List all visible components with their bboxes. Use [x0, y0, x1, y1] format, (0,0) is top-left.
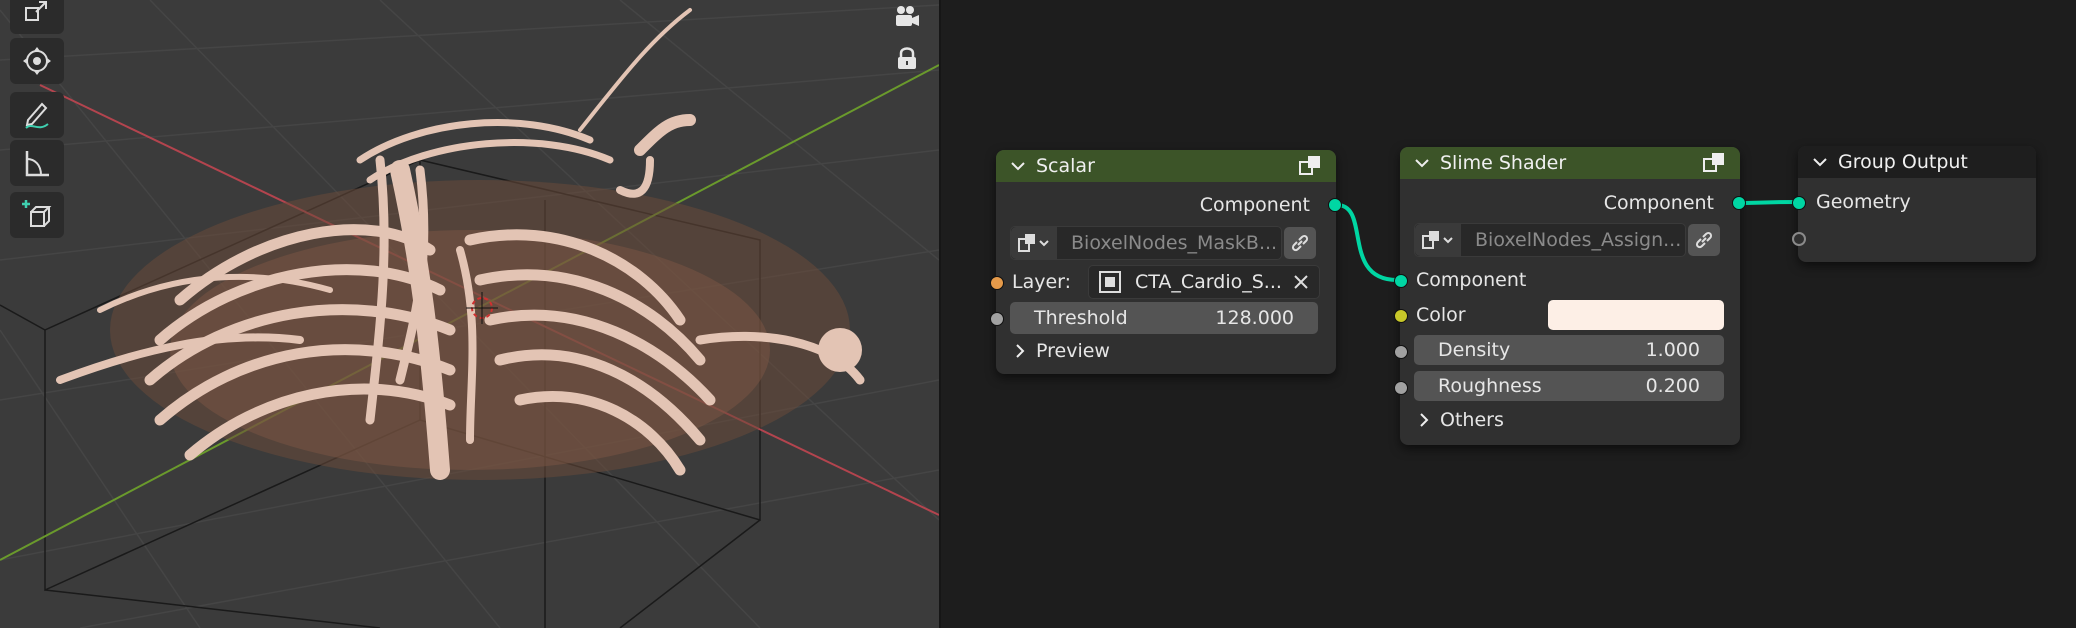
scalar-node[interactable]: Scalar Component BioxelNodes_MaskB... La…: [990, 150, 1342, 374]
scalar-output-socket[interactable]: [1328, 198, 1342, 212]
chevron-down-icon[interactable]: [1414, 155, 1430, 171]
camera-view-button[interactable]: [890, 0, 924, 32]
layer-value: CTA_Cardio_S...: [1135, 271, 1282, 293]
slime-link-button[interactable]: [1688, 224, 1720, 256]
slime-output-socket[interactable]: [1732, 196, 1746, 210]
scalar-output-label: Component: [1199, 194, 1310, 216]
geometry-row: Geometry: [1816, 187, 1911, 217]
slime-datablock-selector[interactable]: BioxelNodes_Assign...: [1414, 223, 1686, 257]
slime-output-label: Component: [1603, 192, 1714, 214]
add-cube-tool-button[interactable]: [10, 192, 64, 238]
roughness-input-socket[interactable]: [1394, 381, 1408, 395]
annotate-tool-button[interactable]: [10, 92, 64, 138]
camera-icon: [896, 6, 919, 26]
clear-icon[interactable]: [1293, 274, 1309, 290]
lock-camera-button[interactable]: [890, 42, 924, 74]
geometry-label: Geometry: [1816, 191, 1911, 213]
output-node-title: Group Output: [1838, 151, 1968, 173]
scalar-output-row: Component: [1200, 190, 1310, 220]
layer-selector[interactable]: CTA_Cardio_S...: [1088, 265, 1320, 299]
component-input-label: Component: [1416, 269, 1527, 291]
component-input-socket[interactable]: [1394, 274, 1408, 288]
layer-input-socket[interactable]: [990, 276, 1004, 290]
geometry-input-socket[interactable]: [1792, 196, 1806, 210]
layer-label-row: Layer:: [1012, 267, 1071, 297]
scalar-link-button[interactable]: [1284, 227, 1316, 259]
bone-mesh: [56, 8, 865, 480]
threshold-field[interactable]: Threshold 128.000: [1010, 302, 1318, 334]
link-slime-to-output: [1740, 200, 1798, 205]
color-swatch[interactable]: [1548, 300, 1724, 330]
slime-datablock-name: BioxelNodes_Assign...: [1475, 229, 1682, 251]
scalar-datablock-selector[interactable]: BioxelNodes_MaskB...: [1010, 226, 1282, 260]
node-tree-icon: [1011, 227, 1057, 259]
3d-viewport[interactable]: [0, 0, 939, 628]
measure-icon: [25, 151, 49, 177]
scale-tool-button[interactable]: [10, 0, 64, 34]
threshold-input-socket[interactable]: [990, 312, 1004, 326]
node-group-icon[interactable]: [1702, 151, 1728, 175]
threshold-value: 128.000: [1215, 307, 1294, 329]
group-output-node[interactable]: Group Output Geometry: [1792, 146, 2036, 262]
transform-tool-button[interactable]: [10, 38, 64, 84]
add-cube-icon: [22, 200, 52, 227]
output-node-header[interactable]: Group Output: [1798, 146, 2036, 178]
scalar-node-title: Scalar: [1036, 155, 1095, 177]
density-value: 1.000: [1645, 339, 1700, 361]
component-input-row: Component: [1416, 265, 1526, 295]
density-field[interactable]: Density 1.000: [1414, 335, 1724, 365]
node-group-icon[interactable]: [1298, 154, 1324, 178]
annotate-icon: [25, 102, 49, 129]
lock-icon: [898, 47, 916, 69]
others-label: Others: [1440, 409, 1504, 431]
layer-object-icon: [1099, 271, 1121, 293]
slime-node-header[interactable]: Slime Shader: [1400, 147, 1740, 179]
transform-icon: [23, 47, 51, 75]
chevron-down-icon[interactable]: [1812, 154, 1828, 170]
slime-output-row: Component: [1604, 188, 1714, 218]
scale-icon: [25, 1, 47, 21]
link-icon: [1291, 234, 1309, 252]
link-icon: [1695, 231, 1713, 249]
measure-tool-button[interactable]: [10, 140, 64, 186]
preview-label: Preview: [1036, 340, 1110, 362]
preview-panel-toggle[interactable]: Preview: [1014, 340, 1110, 362]
threshold-label: Threshold: [1034, 307, 1128, 329]
viewport-scene[interactable]: [0, 0, 939, 628]
slime-shader-node[interactable]: Slime Shader Component BioxelNodes_Assig…: [1394, 147, 1746, 445]
density-label: Density: [1438, 339, 1511, 361]
node-tree-icon: [1415, 224, 1461, 256]
scalar-datablock-name: BioxelNodes_MaskB...: [1071, 232, 1278, 254]
roughness-value: 0.200: [1645, 375, 1700, 397]
slime-node-title: Slime Shader: [1440, 152, 1567, 174]
roughness-field[interactable]: Roughness 0.200: [1414, 371, 1724, 401]
others-panel-toggle[interactable]: Others: [1418, 409, 1504, 431]
node-editor[interactable]: Scalar Component BioxelNodes_MaskB... La…: [941, 0, 2076, 628]
density-input-socket[interactable]: [1394, 345, 1408, 359]
empty-input-socket[interactable]: [1792, 232, 1806, 246]
chevron-right-icon: [1420, 413, 1429, 427]
color-label: Color: [1416, 304, 1466, 326]
chevron-down-icon[interactable]: [1010, 158, 1026, 174]
layer-label: Layer:: [1012, 271, 1072, 293]
color-input-socket[interactable]: [1394, 309, 1408, 323]
scalar-node-header[interactable]: Scalar: [996, 150, 1336, 182]
chevron-right-icon: [1016, 344, 1025, 358]
roughness-label: Roughness: [1438, 375, 1542, 397]
color-row: Color: [1416, 300, 1466, 330]
link-scalar-to-slime: [1336, 203, 1398, 282]
